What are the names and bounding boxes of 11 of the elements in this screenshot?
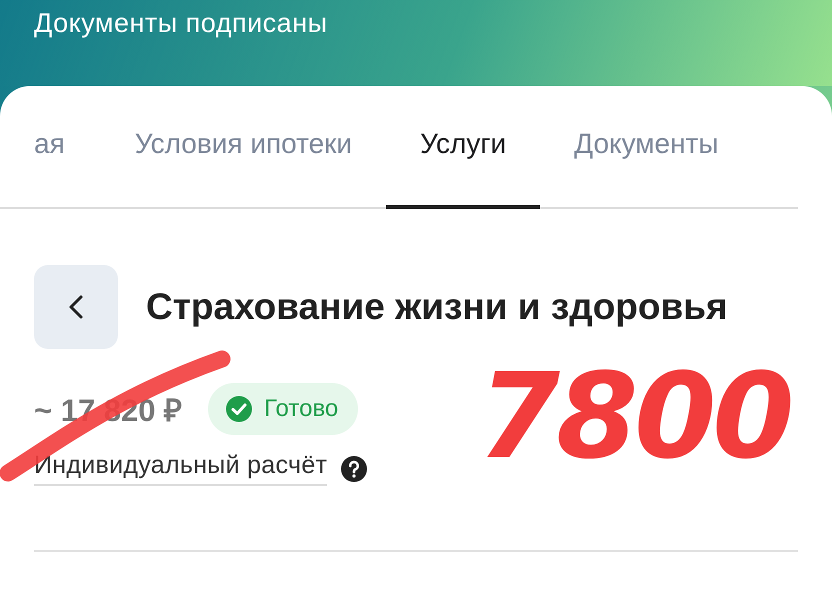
header-title: Документы подписаны: [34, 8, 328, 38]
status-label: Готово: [264, 395, 338, 423]
check-circle-icon: [226, 396, 252, 422]
calculation-link[interactable]: Индивидуальный расчёт: [34, 451, 328, 486]
handwritten-note: 7800: [478, 352, 790, 482]
tab[interactable]: ая: [0, 86, 101, 209]
tab[interactable]: Услуги: [386, 86, 540, 209]
tab[interactable]: Условия ипотеки: [100, 86, 386, 209]
service-title: Страхование жизни и здоровья: [146, 286, 728, 328]
tab[interactable]: Документы: [540, 86, 753, 209]
help-icon[interactable]: [341, 456, 368, 482]
